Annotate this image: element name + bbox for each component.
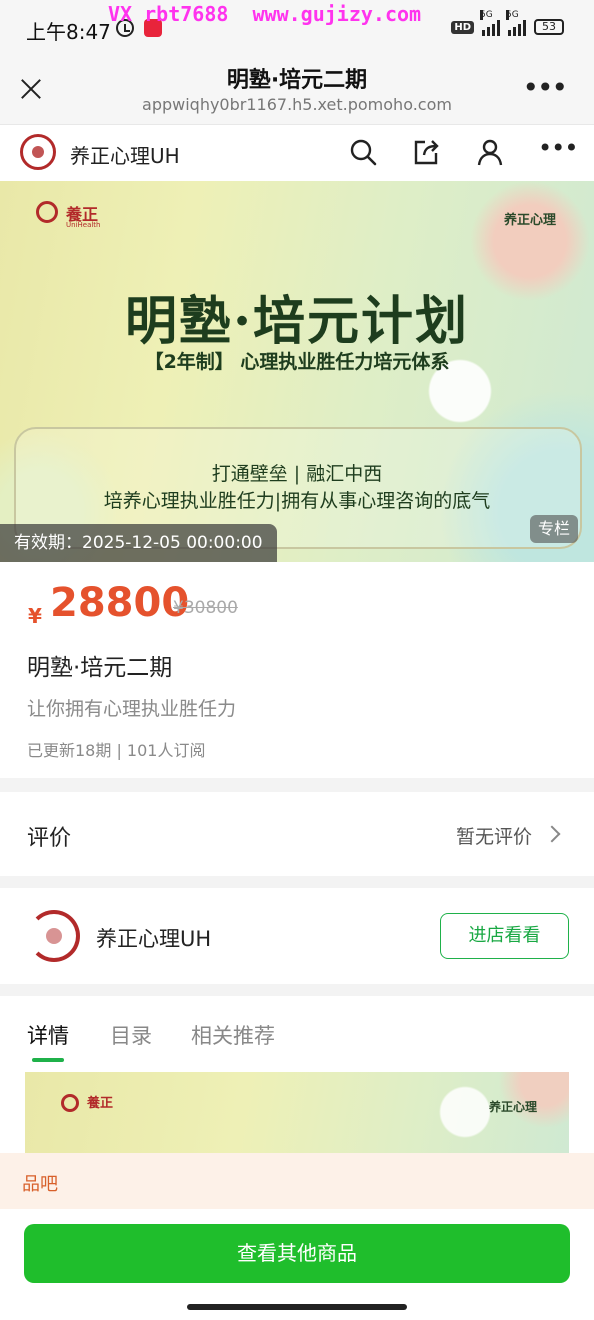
home-indicator[interactable] (187, 1304, 407, 1310)
review-label: 评价 (27, 826, 72, 851)
page-url: appwiqhy0br1167.h5.xet.pomoho.com (142, 95, 452, 114)
toast-bar: 品吧 (0, 1153, 594, 1209)
signal-icon-2: 5G (506, 10, 526, 36)
detail-logo-icon (61, 1094, 79, 1112)
price: 28800 (50, 580, 190, 626)
more-options-icon[interactable]: ••• (522, 74, 568, 102)
price-currency: ¥ (28, 604, 42, 628)
original-price: ¥30800 (173, 598, 238, 618)
share-icon[interactable] (411, 137, 441, 167)
shop-card: 养正心理UH 进店看看 (0, 888, 594, 984)
watermark-text: VX rbt7688 www.gujizy.com (108, 2, 422, 26)
enter-shop-button[interactable]: 进店看看 (440, 913, 569, 959)
banner-logo-sub: UniHealth (66, 221, 101, 229)
status-time: 上午8:47 (26, 20, 111, 44)
signal-icon-1: 5G (480, 10, 500, 36)
user-icon[interactable] (475, 137, 505, 167)
battery-icon: 53 (534, 19, 564, 35)
menu-icon[interactable]: ••• (538, 136, 578, 167)
column-tag: 专栏 (529, 515, 578, 543)
active-tab-indicator (32, 1058, 64, 1062)
banner-tagline-2: 培养心理执业胜任力|拥有从事心理咨询的底气 (103, 490, 491, 512)
view-other-products-button[interactable]: 查看其他商品 (24, 1224, 570, 1283)
search-icon[interactable] (348, 137, 378, 167)
banner-tagline-1: 打通壁垒 | 融汇中西 (211, 463, 383, 485)
title-bar: 明塾·培元二期 appwiqhy0br1167.h5.xet.pomoho.co… (0, 56, 594, 124)
status-bar: 上午8:47 VX rbt7688 www.gujizy.com HD 5G 5… (0, 0, 594, 56)
detail-brand: 养正心理 (488, 1100, 537, 1114)
banner-title: 明塾·培元计划 (124, 291, 470, 352)
page-title: 明塾·培元二期 (226, 68, 368, 93)
product-meta: 已更新18期 | 101人订阅 (27, 741, 206, 760)
banner-logo-icon (36, 201, 58, 223)
network-label-2: 5G (506, 10, 519, 20)
product-name: 明塾·培元二期 (27, 655, 173, 681)
product-description: 让你拥有心理执业胜任力 (27, 698, 237, 720)
shop-name[interactable]: 养正心理UH (96, 923, 211, 953)
chevron-right-icon (543, 825, 561, 843)
network-label-1: 5G (480, 10, 493, 20)
detail-image: 養正 养正心理 (25, 1072, 569, 1162)
banner-subtitle: 【2年制】 心理执业胜任力培元体系 (144, 351, 450, 373)
toast-text: 品吧 (22, 1174, 58, 1195)
review-row[interactable]: 评价 暂无评价 (0, 792, 594, 876)
shop-logo[interactable] (20, 134, 56, 170)
detail-logo-text: 養正 (87, 1096, 114, 1111)
validity-badge: 有效期：2025-12-05 00:00:00 (0, 524, 277, 562)
course-banner: 養正 UniHealth 养正心理 明塾·培元计划 【2年制】 心理执业胜任力培… (0, 181, 594, 562)
product-info: ¥ 28800 ¥30800 明塾·培元二期 让你拥有心理执业胜任力 已更新18… (0, 562, 594, 778)
shop-avatar[interactable] (28, 910, 80, 962)
tab-catalog[interactable]: 目录 (110, 1020, 152, 1050)
shop-header: 养正心理UH ••• (0, 124, 594, 181)
review-status: 暂无评价 (455, 826, 532, 848)
tab-related[interactable]: 相关推荐 (191, 1020, 275, 1050)
banner-brand: 养正心理 (503, 213, 556, 228)
shop-header-name[interactable]: 养正心理UH (70, 140, 180, 169)
bottom-bar: 查看其他商品 (0, 1209, 594, 1320)
status-indicators: HD 5G 5G 53 (451, 10, 564, 36)
hd-icon: HD (451, 20, 474, 34)
tab-detail[interactable]: 详情 (27, 1020, 69, 1050)
